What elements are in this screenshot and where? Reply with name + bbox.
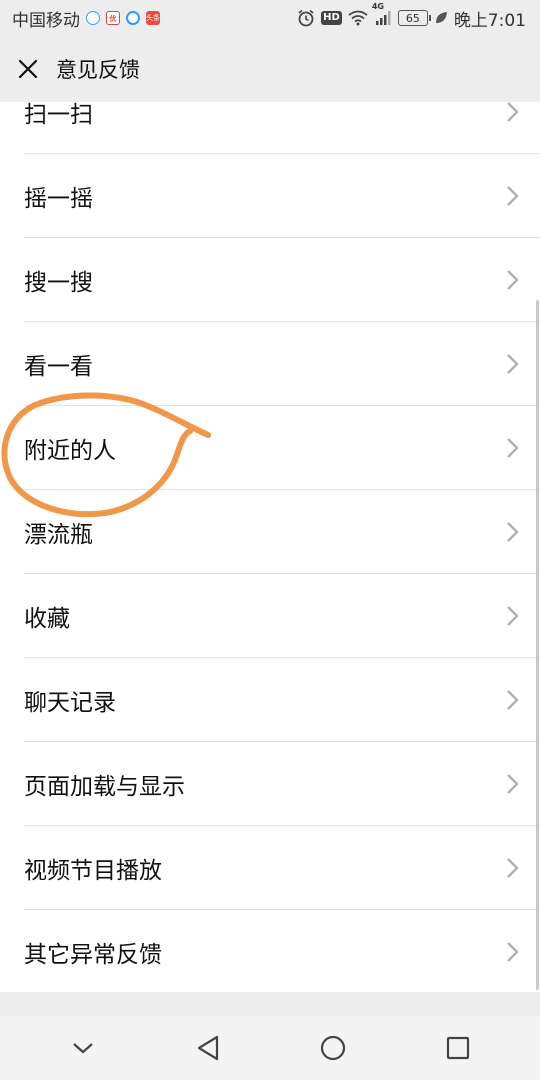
list-item-label: 聊天记录 — [24, 690, 116, 716]
chevron-right-icon — [507, 354, 519, 374]
list-item-label: 搜一搜 — [24, 270, 93, 296]
list-item-nearby-people[interactable]: 附近的人 — [0, 406, 540, 490]
network-type-label: 4G — [371, 2, 384, 11]
chevron-right-icon — [507, 942, 519, 962]
list-bottom-spacer — [0, 992, 540, 1016]
status-bar: 中国移动 优酷 头条 HD 4G 65 晚上7:01 — [0, 0, 540, 36]
chevron-right-icon — [507, 270, 519, 290]
back-button[interactable] — [184, 1024, 232, 1072]
list-item-label: 页面加载与显示 — [24, 774, 185, 800]
list-item-other-issues[interactable]: 其它异常反馈 — [0, 910, 540, 992]
chevron-right-icon — [507, 690, 519, 710]
battery-level: 65 — [405, 11, 420, 25]
battery-indicator: 65 — [397, 10, 431, 26]
home-circle-icon — [320, 1035, 345, 1061]
list-item-label: 扫一扫 — [24, 102, 93, 128]
system-navigation-bar — [0, 1016, 540, 1080]
hd-badge: HD — [321, 11, 342, 25]
list-item-favorites[interactable]: 收藏 — [0, 574, 540, 658]
chevron-right-icon — [507, 858, 519, 878]
feedback-list-viewport[interactable]: 扫一扫 摇一摇 搜一搜 看一看 附近的人 漂流瓶 收藏 聊天记录 页面加载与显示… — [0, 102, 540, 992]
list-item-chat-history[interactable]: 聊天记录 — [0, 658, 540, 742]
list-item-label: 收藏 — [24, 606, 70, 632]
status-left: 中国移动 优酷 头条 — [12, 6, 160, 31]
chevron-right-icon — [507, 438, 519, 458]
feedback-category-list: 扫一扫 摇一摇 搜一搜 看一看 附近的人 漂流瓶 收藏 聊天记录 页面加载与显示… — [0, 102, 540, 992]
list-item-label: 视频节目播放 — [24, 858, 162, 884]
clock-label: 晚上7:01 — [453, 10, 526, 31]
youku-notification-icon: 优酷 — [106, 11, 120, 25]
title-bar: 意见反馈 — [0, 36, 540, 102]
toutiao-notification-icon: 头条 — [146, 11, 160, 25]
app-notification-icon — [86, 11, 100, 25]
close-icon — [18, 59, 38, 79]
list-item-video-playback[interactable]: 视频节目播放 — [0, 826, 540, 910]
chevron-right-icon — [507, 186, 519, 206]
recent-apps-square-icon — [446, 1036, 469, 1060]
alarm-icon — [297, 9, 315, 27]
chevron-right-icon — [507, 102, 519, 122]
signal-icon: 4G — [372, 2, 392, 26]
list-item-souyisou[interactable]: 搜一搜 — [0, 238, 540, 322]
chevron-right-icon — [507, 774, 519, 794]
chevron-right-icon — [507, 606, 519, 626]
list-item-drift-bottle[interactable]: 漂流瓶 — [0, 490, 540, 574]
home-button[interactable] — [309, 1024, 357, 1072]
chevron-down-icon — [72, 1043, 93, 1054]
leaf-icon — [434, 11, 448, 25]
list-item-label: 其它异常反馈 — [24, 942, 162, 968]
close-button[interactable] — [16, 57, 40, 81]
list-item-page-loading[interactable]: 页面加载与显示 — [0, 742, 540, 826]
list-item-yaoyiyao[interactable]: 摇一摇 — [0, 154, 540, 238]
page-title: 意见反馈 — [56, 58, 140, 82]
list-item-label: 漂流瓶 — [24, 522, 93, 548]
list-item-kanyikan[interactable]: 看一看 — [0, 322, 540, 406]
chevron-right-icon — [507, 522, 519, 542]
wifi-icon — [348, 10, 368, 26]
browser-notification-icon — [126, 11, 140, 25]
recent-apps-button[interactable] — [434, 1024, 482, 1072]
hide-nav-button[interactable] — [59, 1024, 107, 1072]
scrollbar[interactable] — [536, 300, 539, 990]
list-item-label: 附近的人 — [24, 438, 116, 464]
status-right: HD 4G 65 晚上7:01 — [297, 2, 526, 31]
list-item-saoyisao[interactable]: 扫一扫 — [0, 102, 540, 154]
list-item-label: 摇一摇 — [24, 186, 93, 212]
back-triangle-icon — [197, 1035, 218, 1061]
carrier-label: 中国移动 — [12, 10, 80, 31]
list-item-label: 看一看 — [24, 354, 93, 380]
